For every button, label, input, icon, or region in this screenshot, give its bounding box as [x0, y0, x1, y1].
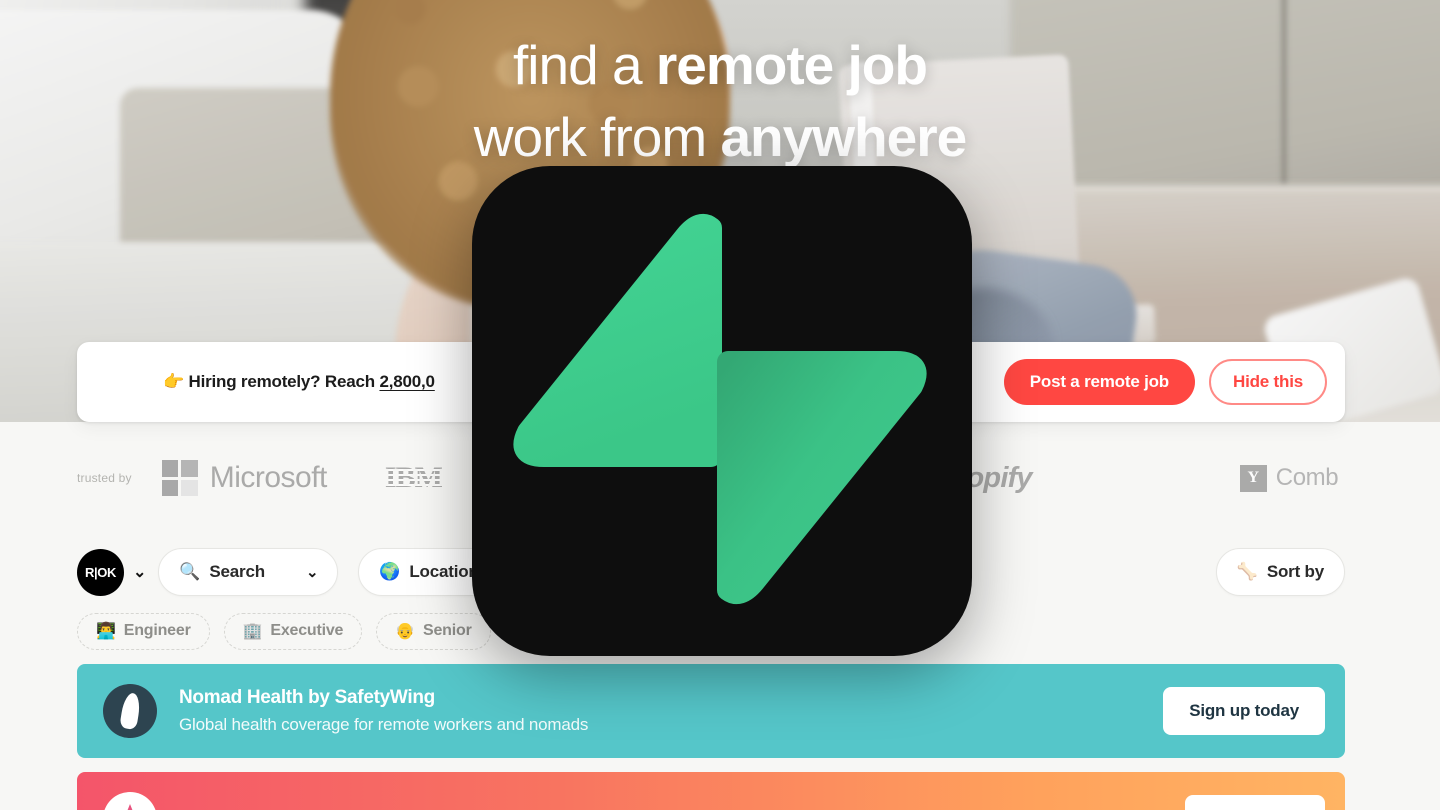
promo-nomad-title: Nomad Health by SafetyWing [179, 687, 435, 708]
hide-this-button[interactable]: Hide this [1209, 359, 1327, 405]
hiring-banner-reach-count: 2,800,0 [379, 372, 435, 391]
page-root: find a remote job work from anywhere 👉 H… [0, 0, 1440, 810]
ycombinator-logo: Y Comb [1239, 464, 1339, 492]
sign-up-today-button[interactable]: Sign up today [1163, 687, 1325, 735]
executive-icon: 🏢 [242, 623, 263, 640]
brand-chevron-down-icon[interactable]: ⌄ [133, 562, 146, 582]
hero-line2-normal: work from [473, 106, 721, 169]
sort-by-label: Sort by [1266, 562, 1324, 581]
ibm-logo-label: IBM [384, 461, 443, 494]
lightning-bolt-logo-icon [513, 213, 927, 605]
promo-banner-nomad-health[interactable]: Nomad Health by SafetyWing Global health… [77, 664, 1345, 758]
feather-icon [103, 684, 157, 738]
hiring-banner-prefix: 👉 Hiring remotely? Reach [163, 372, 380, 391]
chip-engineer-label: Engineer [123, 622, 191, 639]
microsoft-squares-icon [161, 460, 198, 496]
bone-icon: 🦴 [1236, 562, 1258, 581]
ycombinator-mark-icon: Y [1239, 464, 1267, 492]
hero-line2-bold: anywhere [720, 106, 967, 169]
chip-engineer[interactable]: 👨‍💻 Engineer [77, 612, 210, 650]
hero-headline-line2: work from anywhere [0, 108, 1440, 166]
microsoft-logo: Microsoft [161, 460, 328, 496]
airalo-icon [103, 792, 157, 810]
remoteok-brand-logo[interactable]: R|OK [77, 548, 124, 596]
airalo-cta-button[interactable]: Get started [1185, 795, 1325, 810]
promo-banner-airalo[interactable]: Stay connected anywhere with Airalo eSIM… [77, 772, 1345, 810]
globe-icon: 🌍 [379, 562, 401, 581]
search-label: Search [209, 562, 265, 581]
ibm-logo: IBM [384, 461, 443, 495]
search-chevron-down-icon[interactable]: ⌄ [306, 563, 319, 581]
microsoft-logo-label: Microsoft [209, 461, 328, 494]
hero-headline: find a remote job work from anywhere [0, 36, 1440, 167]
app-logo-overlay [472, 166, 972, 656]
senior-icon: 👴 [395, 623, 415, 640]
promo-nomad-subtitle: Global health coverage for remote worker… [179, 715, 589, 734]
location-label: Location [409, 562, 479, 581]
search-input[interactable]: 🔍 Search ⌄ [158, 548, 339, 596]
hero-line1-normal: find a [513, 34, 656, 96]
promo-nomad-text: Nomad Health by SafetyWing Global health… [179, 687, 1163, 735]
hiring-banner-actions: Post a remote job Hide this [1003, 359, 1327, 405]
ycombinator-logo-label: Comb [1275, 464, 1339, 491]
chip-senior-label: Senior [423, 622, 472, 639]
sort-by-button[interactable]: 🦴 Sort by [1215, 548, 1345, 596]
chip-executive[interactable]: 🏢 Executive [223, 612, 363, 650]
hiring-banner-text: 👉 Hiring remotely? Reach 2,800,0 [163, 372, 435, 392]
hero-line1-bold: remote job [655, 34, 928, 96]
engineer-icon: 👨‍💻 [96, 623, 116, 640]
chip-executive-label: Executive [270, 622, 344, 639]
post-a-remote-job-button[interactable]: Post a remote job [1003, 359, 1195, 405]
search-icon: 🔍 [179, 562, 201, 581]
trusted-by-label: trusted by [77, 471, 132, 485]
hero-headline-line1: find a remote job [0, 36, 1440, 94]
